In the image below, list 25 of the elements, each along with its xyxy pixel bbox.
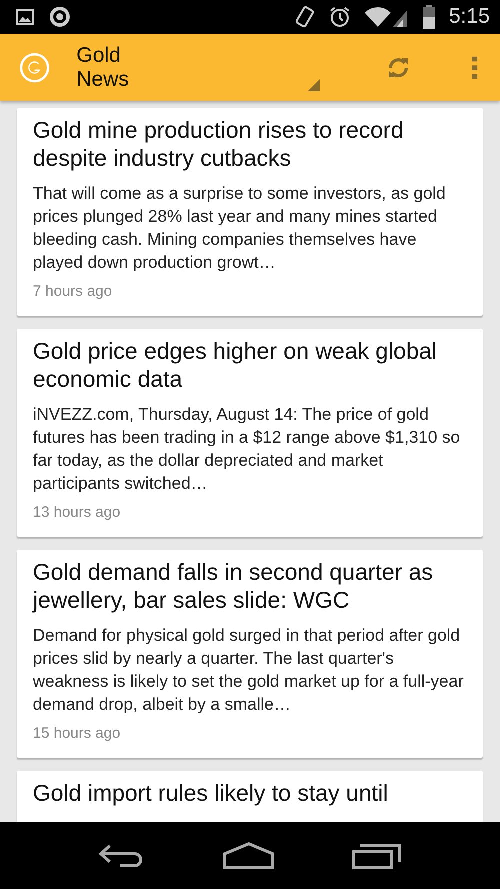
image-icon [16,9,34,25]
article-title: Gold price edges higher on weak global economic data [33,337,438,393]
dropdown-caret-icon[interactable] [308,76,320,92]
article-title: Gold import rules likely to stay until [33,779,390,807]
article-card[interactable]: Gold import rules likely to stay until [17,771,483,822]
app-circle-icon [48,5,72,29]
article-title: Gold demand falls in second quarter as jewellery, bar sales slide: WGC [33,558,434,614]
vibrate-icon [295,5,316,29]
article-card[interactable] [17,329,483,537]
article-summary: Demand for physical gold surged in that period after gold prices slid by nearly a quarter. The last quarter's weakness is likely to set the gold market up for a full-year demand drop, albeit by a smalle… [33,625,465,716]
article-card[interactable] [17,108,483,316]
article-summary: That will come as a surprise to some investors, as gold prices plunged 28% last year and many mines started bleeding cash. Mining companies themselves have played down production growt… [33,183,447,274]
article-card[interactable] [17,550,483,758]
wifi-signal-icon [365,6,410,28]
recent-apps-icon[interactable] [352,842,402,870]
article-time: 15 hours ago [33,725,122,742]
battery-icon [423,5,436,29]
article-time: 7 hours ago [33,283,114,300]
alarm-icon [329,6,352,28]
article-time: 13 hours ago [33,504,122,521]
home-icon[interactable] [222,842,275,870]
clock-time: 5:15 [449,5,490,29]
app-title[interactable]: Gold News [76,44,158,92]
article-summary: iNVEZZ.com, Thursday, August 14: The price of gold futures has been trading in a $12 range above $1,310 so far today, as the dollar depreciated and market participants switched… [33,404,462,495]
article-title: Gold mine production rises to record despite industry cutbacks [33,116,405,172]
